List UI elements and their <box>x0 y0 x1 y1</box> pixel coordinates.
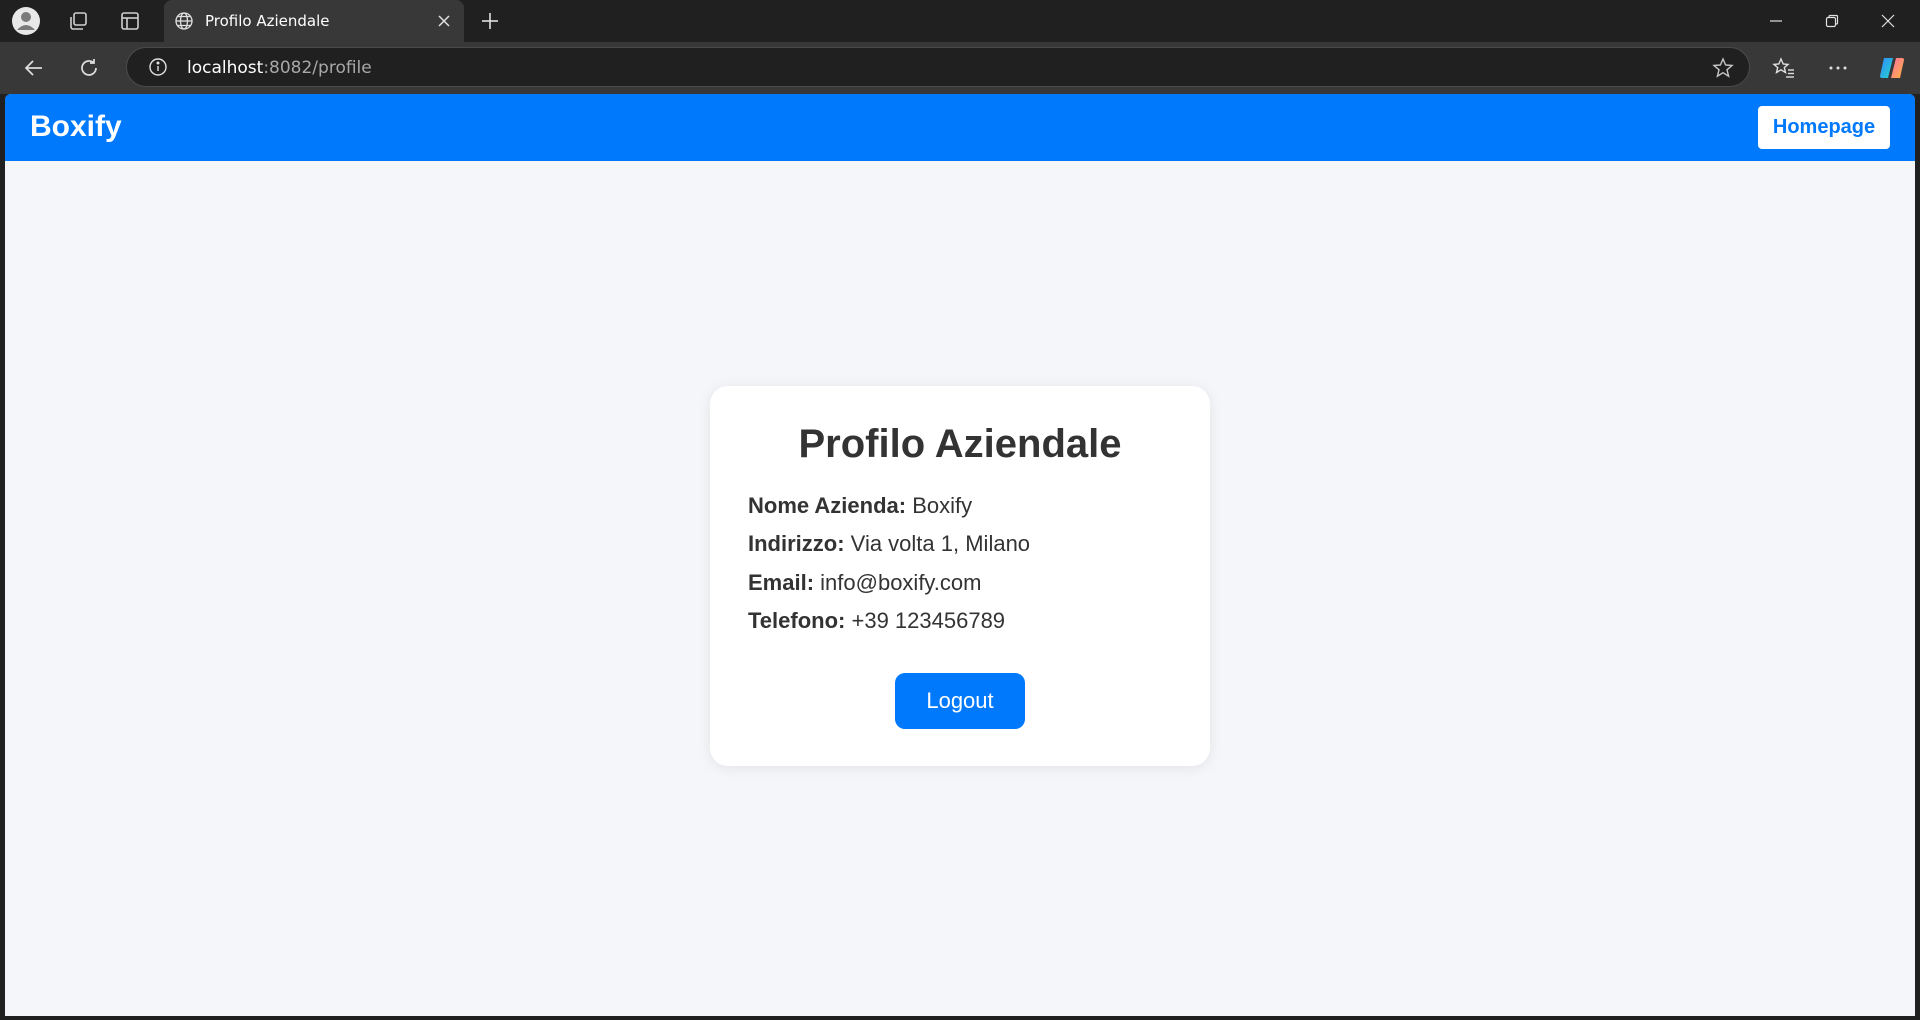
url-host: localhost <box>187 58 264 78</box>
info-row-phone: Telefono: +39 123456789 <box>748 608 1005 634</box>
profile-icon[interactable] <box>10 5 42 37</box>
info-value: info@boxify.com <box>820 570 982 595</box>
active-tab[interactable]: Profilo Aziendale <box>164 0 464 42</box>
refresh-icon[interactable] <box>71 52 107 84</box>
tab-title: Profilo Aziendale <box>205 12 330 30</box>
favorites-icon[interactable] <box>1766 52 1802 84</box>
homepage-button[interactable]: Homepage <box>1758 106 1890 149</box>
more-icon[interactable] <box>1820 52 1856 84</box>
globe-icon <box>172 9 196 33</box>
info-label: Telefono: <box>748 608 846 633</box>
plus-icon[interactable] <box>474 5 506 37</box>
close-window-icon[interactable] <box>1860 0 1916 42</box>
url-path: :8082/profile <box>263 58 372 78</box>
logout-button[interactable]: Logout <box>895 673 1025 729</box>
page-viewport: Boxify Homepage Profilo Aziendale Nome A… <box>5 94 1915 1016</box>
workspaces-icon[interactable] <box>62 5 94 37</box>
profile-card: Profilo Aziendale Nome Azienda: Boxify I… <box>710 386 1210 766</box>
info-value: Boxify <box>912 493 973 518</box>
info-row-address: Indirizzo: Via volta 1, Milano <box>748 531 1030 557</box>
info-label: Indirizzo: <box>748 531 845 556</box>
address-bar[interactable]: localhost:8082/profile <box>126 47 1750 87</box>
info-row-email: Email: info@boxify.com <box>748 570 981 596</box>
info-row-company: Nome Azienda: Boxify <box>748 493 972 519</box>
close-icon[interactable] <box>432 9 456 33</box>
star-icon[interactable] <box>1711 56 1735 80</box>
tab-actions-icon[interactable] <box>114 5 146 37</box>
page-title: Profilo Aziendale <box>798 422 1122 466</box>
info-value: Via volta 1, Milano <box>850 531 1031 556</box>
info-label: Nome Azienda: <box>748 493 907 518</box>
info-icon[interactable] <box>147 56 169 78</box>
site-header: Boxify Homepage <box>5 94 1915 161</box>
info-label: Email: <box>748 570 815 595</box>
browser-toolbar: localhost:8082/profile <box>0 42 1920 94</box>
url-text[interactable]: localhost:8082/profile <box>187 58 372 78</box>
brand-logo[interactable]: Boxify <box>30 110 122 144</box>
minimize-icon[interactable] <box>1748 0 1804 42</box>
browser-tab-strip: Profilo Aziendale <box>0 0 1920 42</box>
restore-icon[interactable] <box>1804 0 1860 42</box>
copilot-icon[interactable] <box>1874 52 1910 84</box>
info-value: +39 123456789 <box>851 608 1006 633</box>
back-icon[interactable] <box>16 52 52 84</box>
